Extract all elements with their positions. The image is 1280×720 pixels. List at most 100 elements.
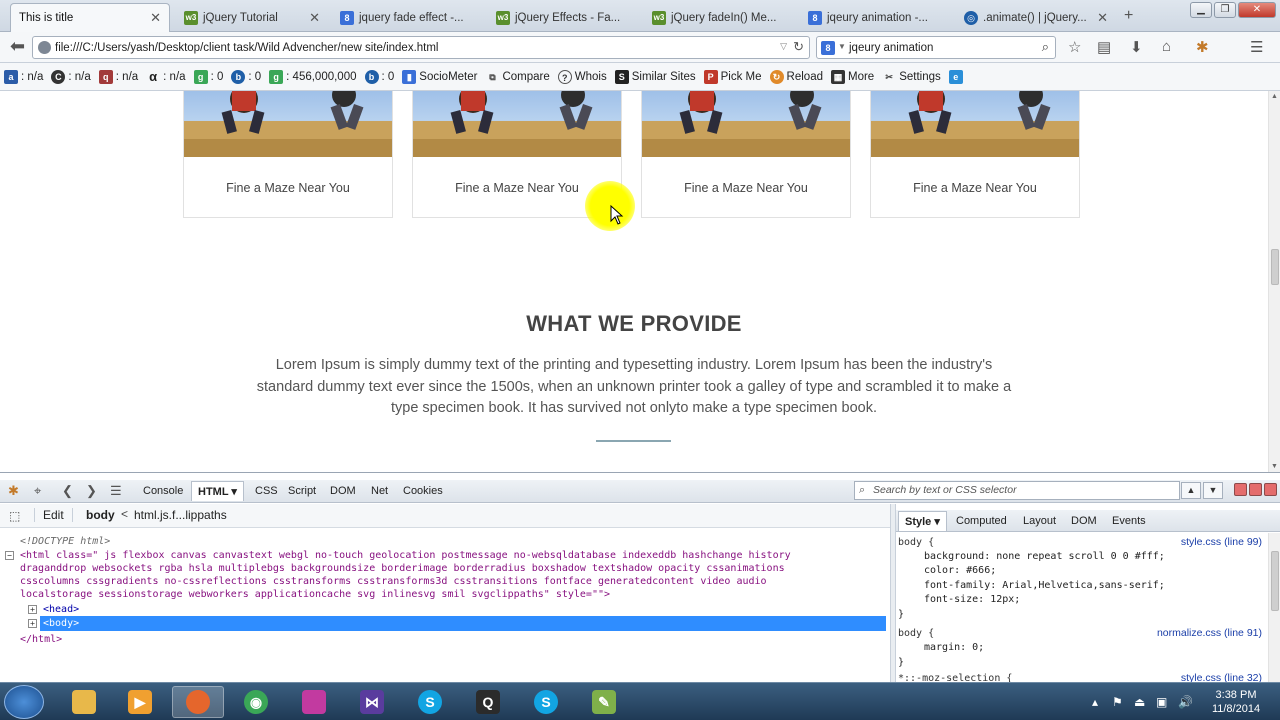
quantcast-rank[interactable]: q: n/a — [98, 69, 138, 84]
tab-this-is-title[interactable]: This is title ✕ — [10, 3, 170, 32]
similar-sites-button[interactable]: S Similar Sites — [614, 69, 696, 84]
visual-studio-icon[interactable]: ⋈ — [346, 686, 398, 718]
css-source-link[interactable]: style.css (line 99) — [1181, 535, 1262, 550]
flag-icon[interactable]: ⚑ — [1112, 695, 1123, 709]
tab-events[interactable]: Events — [1112, 515, 1146, 527]
compare-button[interactable]: ⧉ Compare — [485, 70, 550, 84]
body-node-selected[interactable]: <body> — [40, 616, 886, 631]
volume-icon[interactable]: 🔊 — [1178, 695, 1193, 709]
bing-index[interactable]: b: 0 — [231, 69, 261, 84]
google-results[interactable]: g: 456,000,000 — [269, 69, 357, 84]
paint-icon[interactable] — [288, 686, 340, 718]
start-button[interactable] — [4, 685, 44, 719]
usb-icon[interactable]: ⏏ — [1134, 695, 1145, 709]
scrollbar-thumb[interactable] — [1271, 551, 1279, 611]
extension-button[interactable]: e — [948, 69, 966, 84]
alpha-rank[interactable]: α: n/a — [146, 69, 185, 84]
css-selector[interactable]: body { — [898, 536, 934, 551]
search-prev-button[interactable]: ▲ — [1181, 482, 1201, 499]
expand-icon[interactable]: + — [28, 605, 37, 614]
maze-card[interactable]: Fine a Maze Near You — [641, 91, 851, 218]
search-next-button[interactable]: ▼ — [1203, 482, 1223, 499]
maze-card[interactable]: Fine a Maze Near You — [870, 91, 1080, 218]
skype-icon-2[interactable]: S — [520, 686, 572, 718]
breadcrumb-current[interactable]: body — [86, 508, 115, 522]
tab-jquery-effects[interactable]: w3 jQuery Effects - Fa... — [488, 3, 640, 32]
more-button[interactable]: ▦ More — [831, 69, 874, 84]
google-index[interactable]: g: 0 — [193, 69, 223, 84]
tab-dom[interactable]: DOM — [330, 485, 356, 497]
tab-side-dom[interactable]: DOM — [1071, 515, 1097, 527]
firebug-minimize-icon[interactable] — [1234, 483, 1247, 496]
maze-card[interactable]: Fine a Maze Near You — [183, 91, 393, 218]
tab-jqeury-animation[interactable]: 8 jqeury animation -... — [800, 3, 952, 32]
firebug-icon[interactable]: ✱ — [8, 483, 19, 499]
pick-me-button[interactable]: P Pick Me — [703, 69, 762, 84]
css-selector[interactable]: body { — [898, 627, 934, 642]
url-history-dropdown-icon[interactable]: ▽ — [780, 41, 787, 52]
head-node[interactable]: <head> — [43, 603, 79, 616]
tab-cookies[interactable]: Cookies — [403, 485, 443, 497]
tab-animate-jquery[interactable]: ◎ .animate() | jQuery... ✕ — [956, 3, 1116, 32]
breadcrumb-parent[interactable]: html.js.f...lippaths — [134, 508, 227, 522]
notepad-icon[interactable]: ✎ — [578, 686, 630, 718]
q-app-icon[interactable]: Q — [462, 686, 514, 718]
tab-computed[interactable]: Computed — [956, 515, 1007, 527]
google-search-engine-icon[interactable]: 8 — [821, 41, 835, 55]
explorer-icon[interactable] — [58, 686, 110, 718]
back-arrow-icon[interactable]: ❮ — [62, 483, 73, 499]
tab-net[interactable]: Net — [371, 485, 388, 497]
bookmarks-list-icon[interactable]: ▤ — [1097, 38, 1111, 56]
tab-script[interactable]: Script — [288, 485, 316, 497]
reload-button[interactable]: ↻ Reload — [769, 69, 823, 84]
scrollbar-thumb[interactable] — [1271, 249, 1279, 285]
css-property[interactable]: background: none repeat scroll 0 0 #fff; — [924, 550, 1165, 565]
minimize-icon[interactable]: ▁ — [1190, 2, 1212, 18]
css-property[interactable]: font-size: 12px; — [924, 593, 1020, 608]
search-bar[interactable]: 8 ▼ jqeury animation ⌕ — [816, 36, 1056, 59]
whois-button[interactable]: ? Whois — [557, 69, 607, 84]
home-icon[interactable]: ⌂ — [1162, 38, 1171, 55]
css-property[interactable]: color: #666; — [924, 564, 996, 579]
tab-html[interactable]: HTML ▾ — [191, 481, 244, 501]
back-arrow-icon[interactable]: ⬅ — [10, 36, 25, 57]
expand-icon[interactable]: + — [28, 619, 37, 628]
bing-results[interactable]: b: 0 — [364, 69, 394, 84]
firefox-icon[interactable] — [172, 686, 224, 718]
reload-icon[interactable]: ↻ — [793, 39, 804, 55]
restore-icon[interactable]: ❐ — [1214, 2, 1236, 18]
search-icon[interactable]: ⌕ — [1042, 39, 1049, 55]
tab-jquery-tutorial[interactable]: w3 jQuery Tutorial ✕ — [176, 3, 328, 32]
sociometer-button[interactable]: ▮ SocioMeter — [402, 69, 477, 84]
close-icon[interactable]: ✕ — [144, 10, 161, 26]
css-property[interactable]: font-family: Arial,Helvetica,sans-serif; — [924, 579, 1165, 594]
inspect-element-icon[interactable]: ⌖ — [34, 483, 41, 499]
bookmark-star-icon[interactable]: ☆ — [1068, 38, 1081, 56]
network-icon[interactable]: ▣ — [1156, 695, 1167, 709]
scroll-down-icon[interactable]: ▼ — [1271, 463, 1278, 470]
page-scrollbar[interactable]: ▲ ▼ — [1268, 91, 1280, 472]
tab-console[interactable]: Console — [143, 485, 183, 497]
tab-jquery-fadein[interactable]: w3 jQuery fadeIn() Me... — [644, 3, 796, 32]
edit-button[interactable]: Edit — [34, 508, 73, 522]
compete-rank[interactable]: C: n/a — [51, 69, 91, 84]
tab-css[interactable]: CSS — [255, 485, 278, 497]
forward-arrow-icon[interactable]: ❯ — [86, 483, 97, 499]
firebug-detach-icon[interactable] — [1249, 483, 1262, 496]
show-hidden-icons-icon[interactable]: ▴ — [1092, 695, 1098, 709]
alexa-rank[interactable]: a: n/a — [4, 69, 43, 84]
tab-layout[interactable]: Layout — [1023, 515, 1056, 527]
firebug-search-input[interactable]: ⌕ Search by text or CSS selector — [854, 481, 1180, 500]
style-panel-scrollbar[interactable] — [1268, 533, 1280, 683]
new-tab-icon[interactable]: + — [1124, 7, 1133, 25]
media-player-icon[interactable]: ▶ — [114, 686, 166, 718]
chrome-icon[interactable]: ◉ — [230, 686, 282, 718]
menu-icon[interactable]: ☰ — [1250, 38, 1263, 56]
skype-icon[interactable]: S — [404, 686, 456, 718]
css-source-link[interactable]: normalize.css (line 91) — [1157, 626, 1262, 641]
url-bar[interactable]: file:///C:/Users/yash/Desktop/client tas… — [32, 36, 810, 59]
settings-button[interactable]: ✂ Settings — [882, 70, 940, 84]
firebug-close-icon[interactable] — [1264, 483, 1277, 496]
tab-jquery-fade-effect[interactable]: 8 jquery fade effect -... — [332, 3, 484, 32]
downloads-icon[interactable]: ⬇ — [1130, 38, 1143, 56]
